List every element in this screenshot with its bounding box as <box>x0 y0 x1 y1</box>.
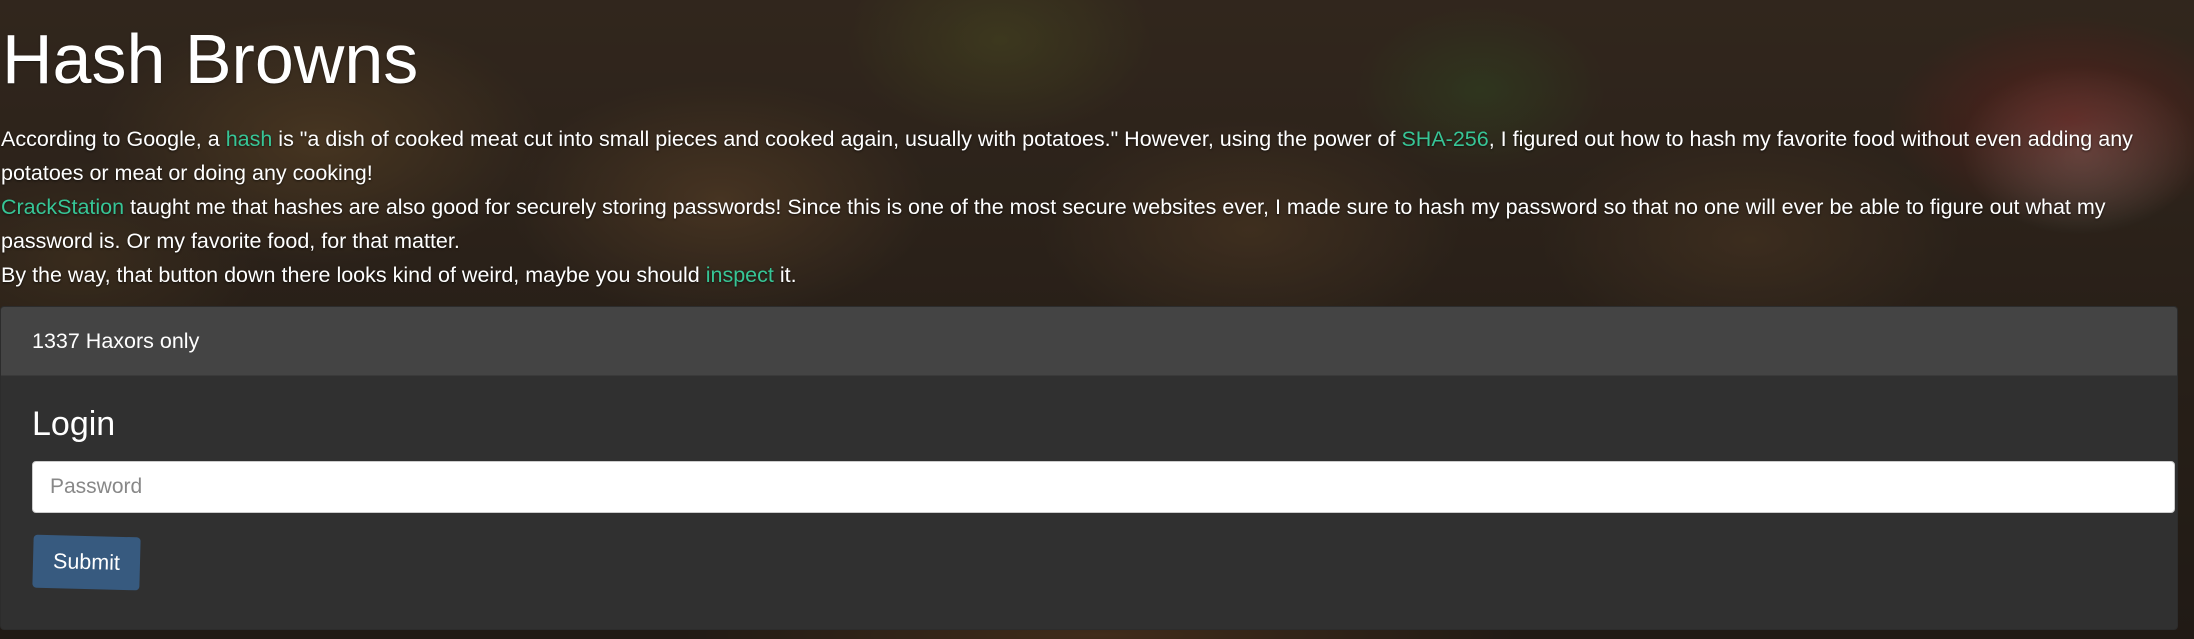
crackstation-link[interactable]: CrackStation <box>1 195 124 219</box>
intro-text: According to Google, a hash is "a dish o… <box>0 122 2191 292</box>
sha256-link[interactable]: SHA-256 <box>1401 127 1488 151</box>
page-content: Hash Browns According to Google, a hash … <box>0 0 2194 630</box>
card-header: 1337 Haxors only <box>1 307 2177 376</box>
page-title: Hash Browns <box>2 20 419 98</box>
login-title: Login <box>32 405 116 443</box>
card-body: Login Submit <box>1 376 2177 591</box>
submit-button[interactable]: Submit <box>32 534 141 591</box>
intro-text-segment: it. <box>773 263 797 287</box>
intro-text-segment: By the way, that button down there looks… <box>1 263 706 287</box>
intro-text-segment: is "a dish of cooked meat cut into small… <box>272 127 1402 151</box>
login-card: 1337 Haxors only Login Submit <box>0 306 2178 630</box>
password-input[interactable] <box>32 461 2175 513</box>
intro-text-segment: According to Google, a <box>1 127 226 151</box>
hash-link[interactable]: hash <box>226 127 273 151</box>
intro-paragraph-3: By the way, that button down there looks… <box>1 258 2191 292</box>
intro-paragraph-1: According to Google, a hash is "a dish o… <box>1 122 2191 190</box>
intro-paragraph-2: CrackStation taught me that hashes are a… <box>1 190 2191 258</box>
inspect-link[interactable]: inspect <box>706 263 774 287</box>
intro-text-segment: taught me that hashes are also good for … <box>1 195 2106 253</box>
